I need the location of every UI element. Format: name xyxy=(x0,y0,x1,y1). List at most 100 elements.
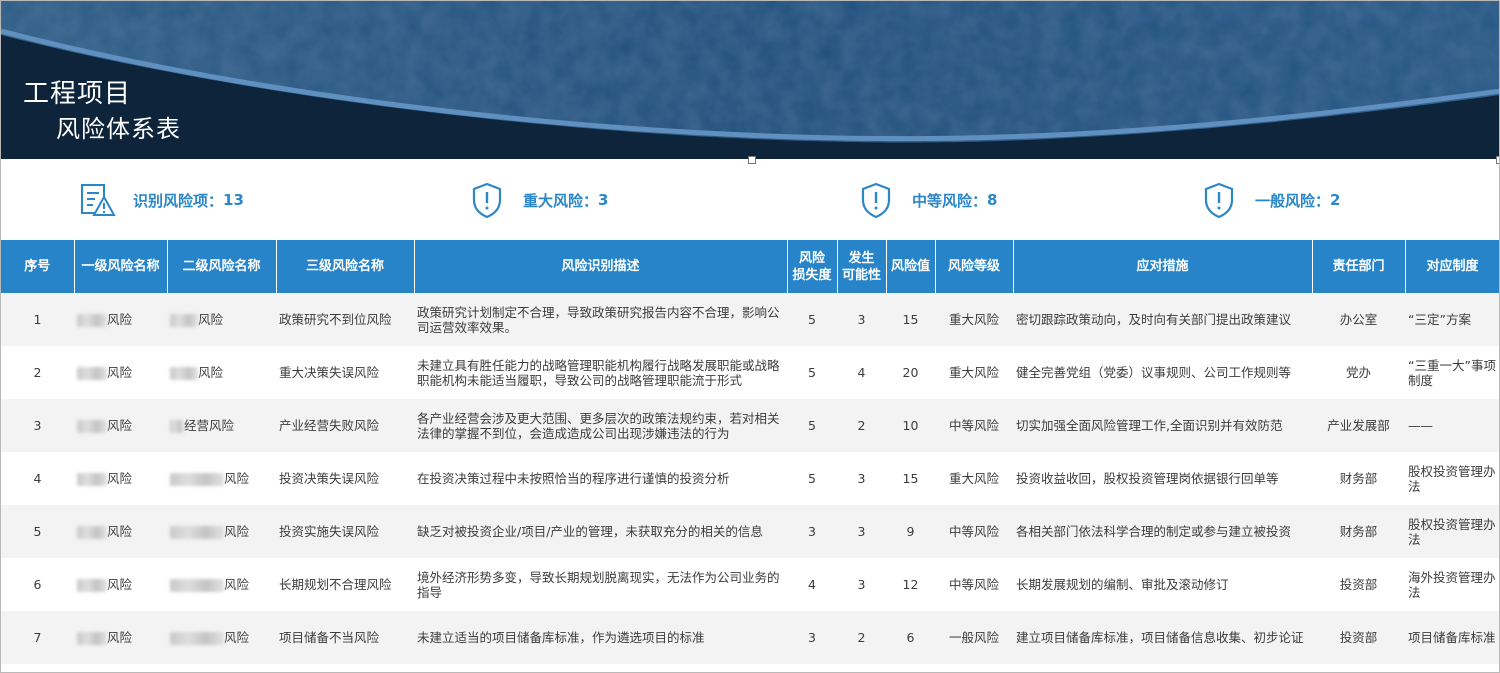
cell-level1: 风险 xyxy=(74,611,167,664)
risk-table: 序号 一级风险名称 二级风险名称 三级风险名称 风险识别描述 风险 损失度 发生可… xyxy=(1,240,1499,664)
summary-general-label: 一般风险： xyxy=(1255,191,1331,210)
cell-level2: 风险 xyxy=(167,452,276,505)
table-row[interactable]: 3 风险 经营风险 产业经营失败风险 各产业经营会涉及更大范围、更多层次的政策法… xyxy=(1,399,1499,452)
header-grade[interactable]: 风险等级 xyxy=(935,240,1014,293)
cell-level2: 经营风险 xyxy=(167,399,276,452)
summary-major: 重大风险： 3 xyxy=(467,177,608,223)
cell-level2-text: 风险 xyxy=(224,524,250,539)
summary-medium: 中等风险： 8 xyxy=(856,177,997,223)
cell-desc: 未建立适当的项目储备库标准，作为遴选项目的标准 xyxy=(414,611,787,664)
redacted-text xyxy=(170,420,184,433)
cell-desc: 缺乏对被投资企业/项目/产业的管理，未获取充分的相关的信息 xyxy=(414,505,787,558)
banner-title-line1: 工程项目 xyxy=(23,79,132,109)
cell-level2-text: 风险 xyxy=(198,365,224,380)
cell-dept: 财务部 xyxy=(1312,452,1405,505)
redacted-text xyxy=(77,526,107,539)
redacted-text xyxy=(170,314,198,327)
risk-system-sheet: 工程项目 风险体系表 识别风险项： 13 重大风险： 3 中等风险： 8 一般风… xyxy=(0,0,1500,673)
cell-level3: 产业经营失败风险 xyxy=(276,399,414,452)
cell-level1: 风险 xyxy=(74,558,167,611)
redacted-text xyxy=(170,367,198,380)
cell-level1-text: 风险 xyxy=(107,524,133,539)
table-row[interactable]: 1 风险 风险 政策研究不到位风险 政策研究计划制定不合理，导致政策研究报告内容… xyxy=(1,293,1499,346)
header-dept[interactable]: 责任部门 xyxy=(1312,240,1406,293)
header-prob[interactable]: 发生 可能性 xyxy=(837,240,887,293)
cell-level2-text: 风险 xyxy=(224,630,250,645)
cell-level1-text: 风险 xyxy=(107,471,133,486)
redacted-text xyxy=(77,579,107,592)
header-level3[interactable]: 三级风险名称 xyxy=(276,240,415,293)
cell-dept: 投资部 xyxy=(1312,611,1405,664)
cell-seq: 4 xyxy=(1,452,74,505)
cell-level2-text: 风险 xyxy=(198,312,224,327)
cell-prob: 4 xyxy=(837,346,886,399)
header-level1[interactable]: 一级风险名称 xyxy=(74,240,168,293)
header-loss-line1: 风险 xyxy=(798,250,825,266)
table-row[interactable]: 2 风险 风险 重大决策失误风险 未建立具有胜任能力的战略管理职能机构履行战略发… xyxy=(1,346,1499,399)
cell-level1: 风险 xyxy=(74,293,167,346)
summary-medium-label: 中等风险： xyxy=(912,191,988,210)
cell-prob: 3 xyxy=(837,558,886,611)
cell-loss: 4 xyxy=(787,558,837,611)
cell-level2: 风险 xyxy=(167,346,276,399)
cell-value: 10 xyxy=(886,399,935,452)
cell-dept: 财务部 xyxy=(1312,505,1405,558)
redacted-text xyxy=(170,526,224,539)
shield-alert-icon xyxy=(467,180,507,220)
cell-level2-text: 经营风险 xyxy=(184,418,235,433)
redacted-text xyxy=(170,473,224,486)
cell-grade: 重大风险 xyxy=(935,293,1013,346)
header-loss-line2: 损失度 xyxy=(792,267,832,283)
summary-general: 一般风险： 2 xyxy=(1199,177,1340,223)
cell-seq: 2 xyxy=(1,346,74,399)
cell-level2-text: 风险 xyxy=(224,471,250,486)
cell-seq: 5 xyxy=(1,505,74,558)
redacted-text xyxy=(77,367,107,380)
cell-value: 15 xyxy=(886,452,935,505)
header-policy[interactable]: 对应制度 xyxy=(1405,240,1499,293)
cell-desc: 未建立具有胜任能力的战略管理职能机构履行战略发展职能或战略职能机构未能适当履职，… xyxy=(414,346,787,399)
cell-level1-text: 风险 xyxy=(107,365,133,380)
cell-level1: 风险 xyxy=(74,346,167,399)
cell-value: 20 xyxy=(886,346,935,399)
report-warning-icon xyxy=(77,180,117,220)
cell-measure: 密切跟踪政策动向，及时向有关部门提出政策建议 xyxy=(1013,293,1312,346)
redacted-text xyxy=(77,420,107,433)
cell-level3: 项目储备不当风险 xyxy=(276,611,414,664)
cell-prob: 2 xyxy=(837,399,886,452)
table-row[interactable]: 7 风险 风险 项目储备不当风险 未建立适当的项目储备库标准，作为遴选项目的标准… xyxy=(1,611,1499,664)
risk-summary-bar: 识别风险项： 13 重大风险： 3 中等风险： 8 一般风险： 2 xyxy=(1,163,1499,239)
cell-prob: 3 xyxy=(837,505,886,558)
header-value[interactable]: 风险值 xyxy=(886,240,936,293)
table-row[interactable]: 4 风险 风险 投资决策失误风险 在投资决策过程中未按照恰当的程序进行谨慎的投资… xyxy=(1,452,1499,505)
cell-value: 12 xyxy=(886,558,935,611)
shield-alert-icon xyxy=(856,180,896,220)
banner: 工程项目 风险体系表 xyxy=(1,1,1499,159)
shield-alert-icon xyxy=(1199,180,1239,220)
header-loss[interactable]: 风险 损失度 xyxy=(787,240,838,293)
table-header: 序号 一级风险名称 二级风险名称 三级风险名称 风险识别描述 风险 损失度 发生可… xyxy=(1,240,1499,293)
table-row[interactable]: 5 风险 风险 投资实施失误风险 缺乏对被投资企业/项目/产业的管理，未获取充分… xyxy=(1,505,1499,558)
header-prob-line2: 可能性 xyxy=(841,267,881,283)
cell-prob: 3 xyxy=(837,452,886,505)
header-measures[interactable]: 应对措施 xyxy=(1013,240,1313,293)
summary-major-value: 3 xyxy=(598,191,609,209)
header-desc[interactable]: 风险识别描述 xyxy=(414,240,788,293)
summary-identified-label: 识别风险项： xyxy=(133,191,224,210)
cell-level1-text: 风险 xyxy=(107,577,133,592)
summary-identified: 识别风险项： 13 xyxy=(77,177,244,223)
cell-prob: 3 xyxy=(837,293,886,346)
redacted-text xyxy=(77,473,107,486)
table-row[interactable]: 6 风险 风险 长期规划不合理风险 境外经济形势多变，导致长期规划脱离现实，无法… xyxy=(1,558,1499,611)
header-seq[interactable]: 序号 xyxy=(1,240,75,293)
cell-grade: 中等风险 xyxy=(935,399,1013,452)
cell-level1: 风险 xyxy=(74,505,167,558)
summary-general-value: 2 xyxy=(1330,191,1341,209)
cell-level3: 政策研究不到位风险 xyxy=(276,293,414,346)
header-level2[interactable]: 二级风险名称 xyxy=(167,240,277,293)
cell-loss: 5 xyxy=(787,293,837,346)
cell-dept: 办公室 xyxy=(1312,293,1405,346)
cell-policy: 股权投资管理办法 xyxy=(1405,452,1499,505)
cell-prob: 2 xyxy=(837,611,886,664)
cell-loss: 3 xyxy=(787,611,837,664)
